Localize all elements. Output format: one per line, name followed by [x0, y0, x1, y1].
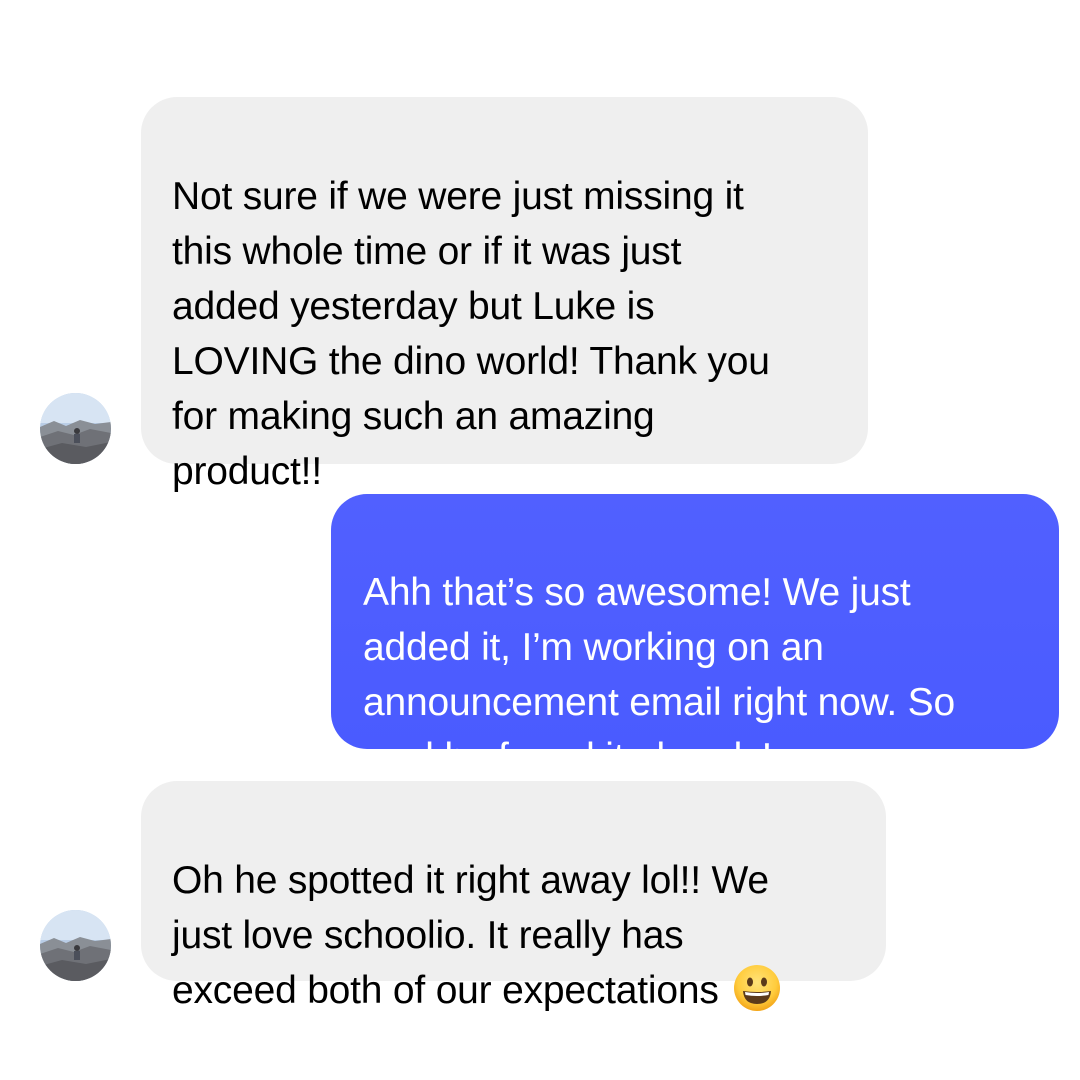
chat-thread: Not sure if we were just missing it this… [0, 0, 1080, 1080]
incoming-message-bubble: Not sure if we were just missing it this… [141, 97, 868, 493]
grinning-face-emoji-icon [733, 964, 781, 1012]
incoming-message-bubble: Oh he spotted it right away lol!! We jus… [141, 781, 886, 1012]
message-text: Not sure if we were just missing it this… [172, 175, 770, 493]
avatar[interactable] [40, 393, 111, 464]
outgoing-message-bubble: Ahh that’s so awesome! We just added it,… [331, 494, 1059, 779]
message-text: Oh he spotted it right away lol!! We jus… [172, 859, 769, 1012]
avatar-photo-icon [40, 910, 111, 981]
message-text: Ahh that’s so awesome! We just added it,… [363, 571, 955, 779]
avatar-photo-icon [40, 393, 111, 464]
avatar[interactable] [40, 910, 111, 981]
